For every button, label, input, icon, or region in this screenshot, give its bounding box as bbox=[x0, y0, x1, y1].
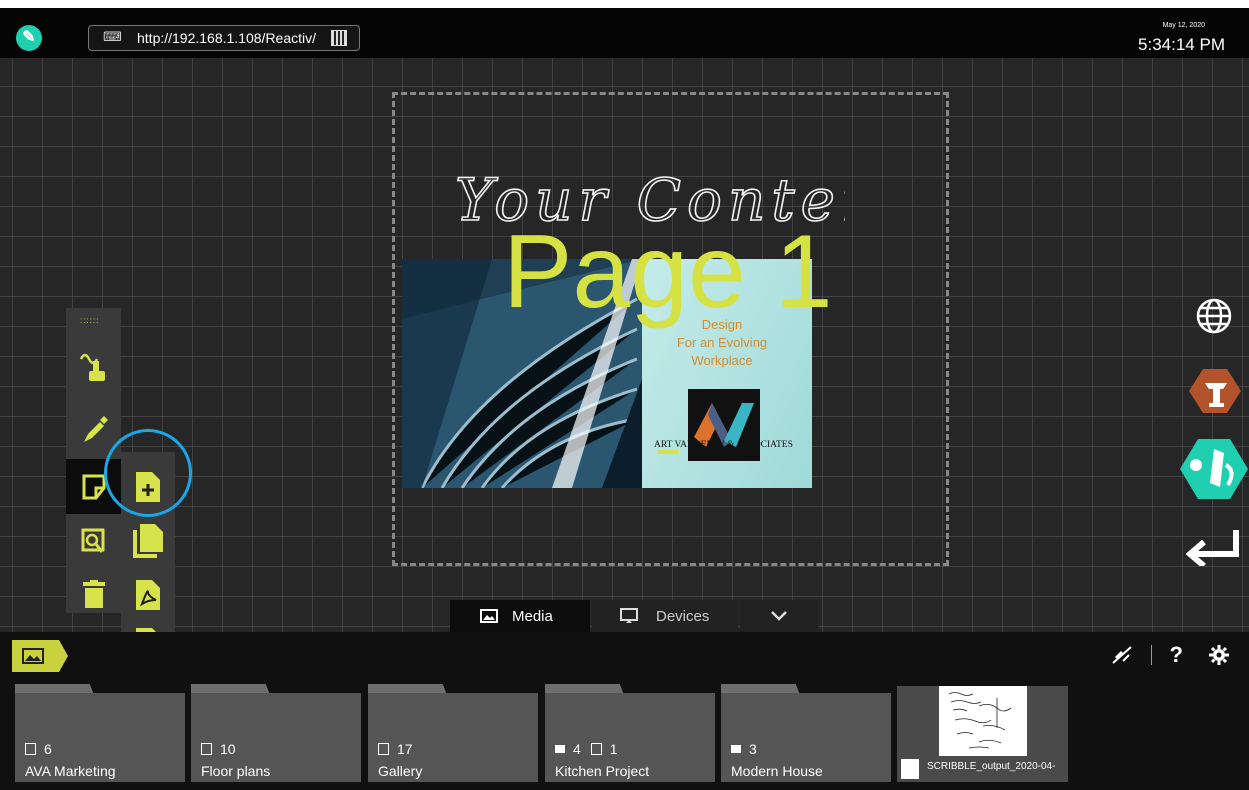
clock: 5:34:14 PM bbox=[1138, 35, 1225, 54]
delete-button[interactable] bbox=[66, 566, 121, 621]
document-scribble-output[interactable]: SCRIBBLE_output_2020-04- bbox=[897, 686, 1068, 782]
podium-icon bbox=[1189, 369, 1241, 413]
tray-actions: ? bbox=[1111, 640, 1229, 670]
page-count-icon bbox=[201, 743, 212, 755]
url-bar[interactable]: ⌨ http://192.168.1.108/Reactiv/ bbox=[88, 25, 360, 51]
pdf-button[interactable] bbox=[121, 568, 175, 622]
folder-gallery[interactable]: 17 Gallery bbox=[368, 684, 538, 782]
gesture-icon bbox=[79, 353, 105, 381]
pdf-icon bbox=[136, 580, 160, 610]
keyboard-icon: ⌨ bbox=[103, 29, 122, 44]
folder-count-value: 4 bbox=[573, 741, 581, 757]
presenter-button[interactable] bbox=[1188, 366, 1242, 416]
image-gallery-icon bbox=[22, 648, 44, 664]
zoom-page-button[interactable] bbox=[66, 514, 121, 569]
page-label: Page 1 bbox=[503, 214, 833, 330]
trash-icon bbox=[82, 579, 105, 608]
web-browser-button[interactable] bbox=[1193, 295, 1235, 337]
folder-count-icon bbox=[555, 745, 565, 753]
url-text: http://192.168.1.108/Reactiv/ bbox=[137, 30, 317, 46]
tab-devices-label: Devices bbox=[656, 607, 710, 625]
folder-count-value: 17 bbox=[397, 741, 413, 757]
folder-name: Floor plans bbox=[201, 763, 271, 779]
tab-media-label: Media bbox=[512, 607, 553, 625]
grip-icon[interactable]: :::::: bbox=[80, 316, 99, 325]
document-name: SCRIBBLE_output_2020-04- bbox=[927, 761, 1056, 772]
media-tray-toggle[interactable] bbox=[12, 640, 68, 672]
firm-name: ART VANDELAY & ASSOCIATES bbox=[654, 440, 793, 450]
tab-media[interactable]: Media bbox=[450, 600, 590, 632]
clear-annotations-icon[interactable] bbox=[1111, 645, 1133, 665]
folder-ava-marketing[interactable]: 6 AVA Marketing bbox=[15, 684, 185, 782]
folder-count-value: 3 bbox=[749, 741, 757, 757]
gesture-tool-button[interactable] bbox=[66, 338, 121, 393]
globe-icon bbox=[1196, 298, 1232, 334]
folder-floor-plans[interactable]: 10 Floor plans bbox=[191, 684, 361, 782]
media-tabs: Media Devices bbox=[450, 600, 818, 632]
tab-devices[interactable]: Devices bbox=[592, 600, 738, 632]
media-icon bbox=[480, 609, 498, 623]
folder-name: Gallery bbox=[378, 763, 423, 779]
folder-count: 3 bbox=[731, 741, 757, 757]
zoom-icon bbox=[81, 528, 104, 553]
slide-title-line2: For an Evolving bbox=[676, 335, 768, 350]
page-count-icon bbox=[25, 743, 36, 755]
page-count-icon bbox=[590, 743, 602, 755]
return-button[interactable] bbox=[1186, 528, 1242, 568]
accent-dash bbox=[657, 450, 679, 454]
folder-name: Kitchen Project bbox=[555, 763, 650, 779]
app-menu-button[interactable] bbox=[1180, 434, 1248, 504]
app-logo-icon[interactable]: ✎ bbox=[16, 25, 42, 51]
copy-page-button[interactable] bbox=[121, 514, 175, 568]
gear-icon[interactable] bbox=[1209, 645, 1229, 665]
collapse-tray-button[interactable] bbox=[740, 600, 818, 632]
chevron-down-icon bbox=[771, 611, 787, 621]
firm-logo bbox=[688, 389, 760, 461]
document-thumbnail bbox=[939, 686, 1027, 756]
folder-count-icon bbox=[731, 745, 741, 753]
folder-kitchen-project[interactable]: 4 1 Kitchen Project bbox=[545, 684, 715, 782]
highlight-circle bbox=[104, 429, 192, 517]
folder-count-value: 6 bbox=[44, 741, 52, 757]
folder-name: AVA Marketing bbox=[25, 763, 116, 779]
workspace[interactable]: ✎ ⌨ http://192.168.1.108/Reactiv/ May 12… bbox=[0, 8, 1249, 790]
slide-title-line3: Workplace bbox=[691, 353, 753, 368]
folder-count: 4 1 bbox=[555, 741, 618, 757]
top-bar: ✎ ⌨ http://192.168.1.108/Reactiv/ May 12… bbox=[0, 8, 1249, 58]
folder-modern-house[interactable]: 3 Modern House bbox=[721, 684, 891, 782]
copy-page-icon bbox=[133, 524, 163, 558]
folder-count: 10 bbox=[201, 741, 236, 757]
page-icon bbox=[82, 474, 105, 499]
page-count-value: 1 bbox=[609, 741, 618, 757]
folder-count: 17 bbox=[378, 741, 413, 757]
page-count-icon bbox=[378, 743, 389, 755]
folder-name: Modern House bbox=[731, 763, 823, 779]
pdf-file-icon bbox=[901, 759, 919, 779]
help-icon[interactable]: ? bbox=[1170, 642, 1183, 668]
qr-code-icon[interactable] bbox=[331, 30, 347, 46]
folder-count-value: 10 bbox=[220, 741, 236, 757]
return-arrow-icon bbox=[1186, 530, 1239, 566]
app-badge-icon bbox=[1180, 439, 1248, 499]
media-tray: ? 6 AVA Marketing 10 Floor plans 17 Gall… bbox=[0, 632, 1249, 790]
date-label: May 12, 2020 bbox=[1162, 22, 1205, 29]
pen-icon bbox=[83, 415, 108, 442]
monitor-icon bbox=[620, 608, 638, 623]
folder-count: 6 bbox=[25, 741, 52, 757]
divider bbox=[1150, 645, 1152, 665]
